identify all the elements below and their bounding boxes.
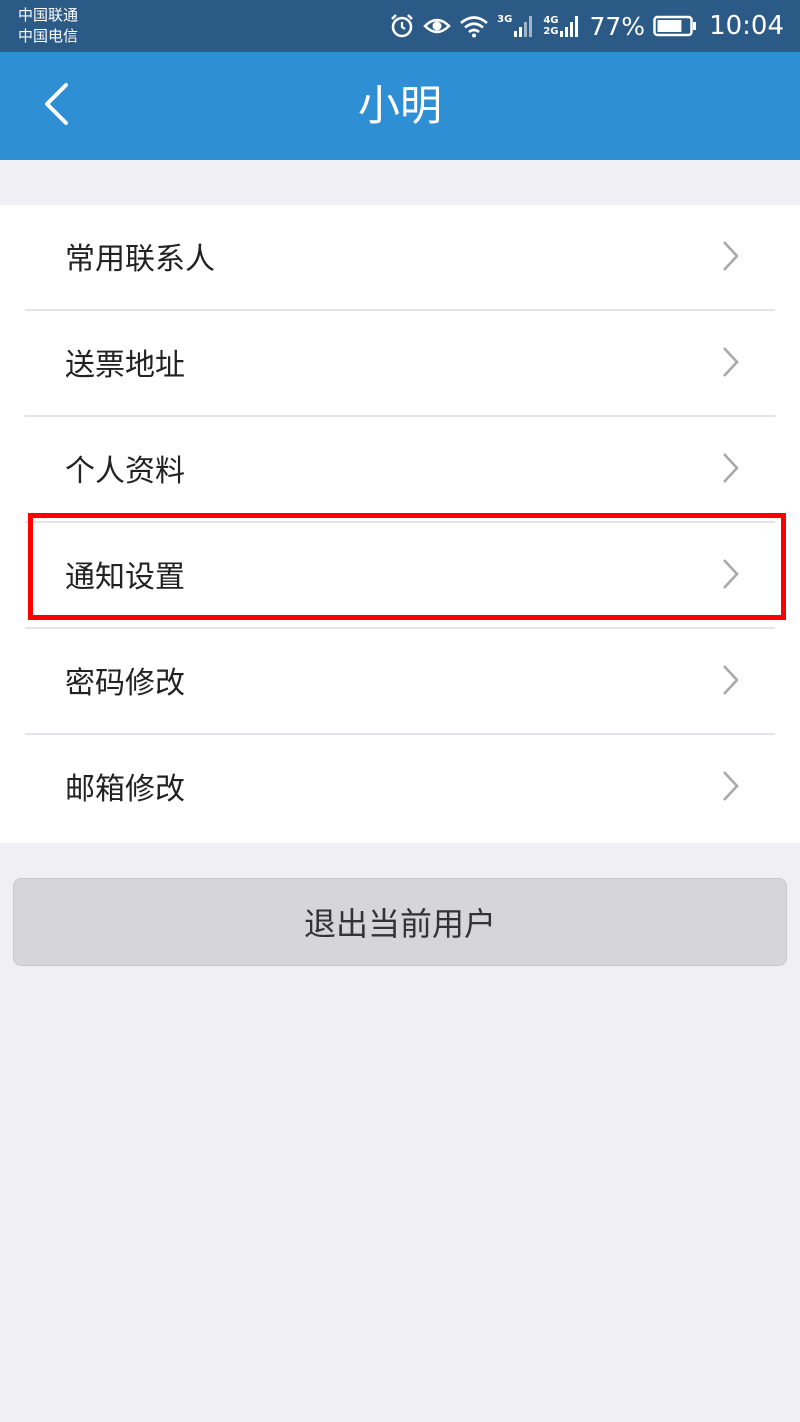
menu-item-label: 常用联系人 bbox=[65, 242, 215, 277]
logout-button[interactable]: 退出当前用户 bbox=[13, 878, 787, 966]
menu-item-change-email[interactable]: 邮箱修改 bbox=[0, 735, 800, 843]
menu-item-ticket-address[interactable]: 送票地址 bbox=[0, 311, 800, 417]
chevron-right-icon bbox=[722, 345, 740, 383]
chevron-right-icon bbox=[722, 769, 740, 807]
network-type-2b: 2G bbox=[543, 26, 559, 37]
alarm-icon bbox=[389, 13, 415, 39]
carrier-2: 中国电信 bbox=[18, 27, 79, 45]
chevron-right-icon bbox=[722, 663, 740, 701]
wifi-icon bbox=[459, 14, 489, 38]
page-title: 小明 bbox=[357, 81, 442, 130]
status-icons: 3G 4G 2G 77% 10:04 bbox=[389, 0, 784, 52]
menu-item-label: 邮箱修改 bbox=[65, 772, 185, 807]
menu-item-frequent-contacts[interactable]: 常用联系人 bbox=[0, 205, 800, 311]
menu-item-label: 送票地址 bbox=[65, 348, 185, 383]
battery-icon bbox=[653, 15, 697, 37]
signal-icon bbox=[513, 14, 535, 38]
menu-item-change-password[interactable]: 密码修改 bbox=[0, 629, 800, 735]
settings-menu: 常用联系人 送票地址 个人资料 通知设置 密码修改 邮箱修改 bbox=[0, 205, 800, 843]
menu-item-label: 通知设置 bbox=[65, 560, 185, 595]
chevron-right-icon bbox=[722, 451, 740, 489]
menu-item-notification-settings[interactable]: 通知设置 bbox=[0, 523, 800, 629]
clock: 10:04 bbox=[709, 11, 784, 41]
menu-item-label: 个人资料 bbox=[65, 454, 185, 489]
status-bar: 中国联通 中国电信 3G 4G 2G 77% 10:04 bbox=[0, 0, 800, 52]
nav-bar: 小明 bbox=[0, 52, 800, 160]
battery-percent: 77% bbox=[589, 11, 646, 41]
chevron-right-icon bbox=[722, 239, 740, 277]
carrier-1: 中国联通 bbox=[18, 6, 79, 24]
chevron-right-icon bbox=[722, 557, 740, 595]
network-type-2a: 4G bbox=[543, 15, 559, 26]
signal-icon bbox=[559, 14, 581, 38]
carrier-info: 中国联通 中国电信 bbox=[18, 5, 78, 47]
eye-icon bbox=[423, 15, 451, 37]
menu-item-label: 密码修改 bbox=[65, 666, 185, 701]
menu-item-personal-profile[interactable]: 个人资料 bbox=[0, 417, 800, 523]
network-type-1: 3G bbox=[497, 14, 513, 25]
